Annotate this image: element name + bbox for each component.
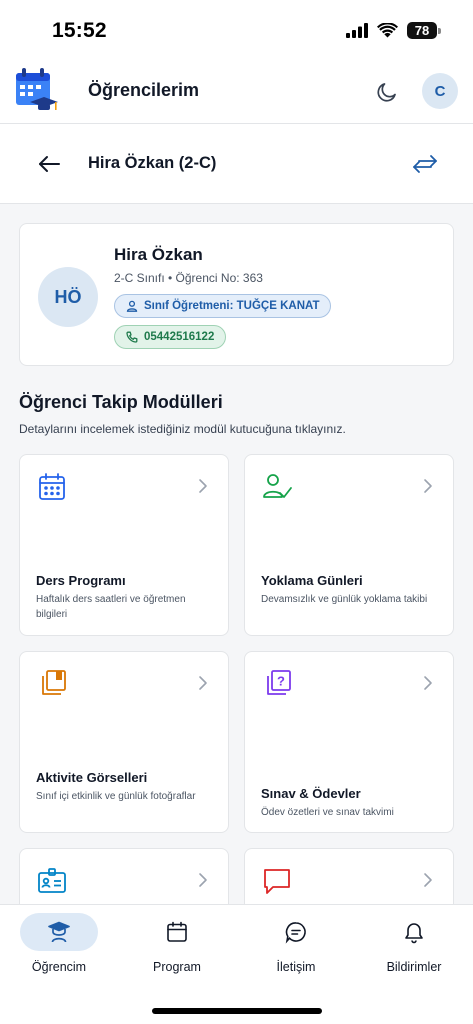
id-card-icon [36,865,68,897]
phone-number: 05442516122 [144,331,215,343]
module-title: Yoklama Günleri [261,573,363,588]
module-title: Ders Programı [36,573,126,588]
student-page-title: Hira Özkan (2-C) [88,154,217,172]
calendar-icon [36,471,68,503]
status-time: 15:52 [52,19,107,42]
nav-active-indicator [20,913,98,951]
module-card-aktivite-gorselleri[interactable]: Aktivite Görselleri Sınıf içi etkinlik v… [19,651,229,833]
battery-icon: 78 [407,22,441,39]
chevron-right-icon [421,674,435,692]
chevron-right-icon [196,871,210,889]
module-title: Sınav & Ödevler [261,786,361,801]
student-info-card: HÖ Hira Özkan 2-C Sınıfı • Öğrenci No: 3… [19,223,454,366]
chevron-right-icon [421,477,435,495]
module-description: Devamsızlık ve günlük yoklama takibi [261,594,428,605]
chat-icon [285,922,306,944]
module-description: Haftalık ders saatleri ve öğretmen bilgi… [36,594,186,620]
user-avatar[interactable]: C [422,73,458,109]
nav-label: Bildirimler [386,960,442,974]
modules-title: Öğrenci Takip Modülleri [19,392,223,412]
module-title: Aktivite Görselleri [36,770,148,785]
app-header: Öğrencilerim C [0,58,473,124]
module-card-6[interactable] [244,848,454,908]
nav-program[interactable]: Program [127,913,227,985]
teacher-name: Sınıf Öğretmeni: TUĞÇE KANAT [144,300,320,312]
battery-level: 78 [407,22,437,39]
module-description: Ödev özetleri ve sınav takvimi [261,807,394,818]
nav-bildirimler[interactable]: Bildirimler [364,913,464,985]
module-card-ders-programi[interactable]: Ders Programı Haftalık ders saatleri ve … [19,454,229,636]
module-card-5[interactable] [19,848,229,908]
wifi-icon [377,23,398,38]
chevron-right-icon [421,871,435,889]
arrow-left-icon [39,156,60,172]
calendar-icon [167,921,187,942]
bottom-navigation: Öğrencim Program İletişim Bildirimler [0,904,473,1024]
message-icon [261,865,293,897]
back-button[interactable] [34,149,64,179]
student-icon [48,921,70,943]
student-meta: 2-C Sınıfı • Öğrenci No: 363 [114,271,263,285]
student-avatar: HÖ [38,267,98,327]
person-icon [126,300,138,312]
svg-text:?: ? [277,674,285,689]
nav-ogrencim[interactable]: Öğrencim [9,913,109,985]
nav-label: Program [153,960,201,974]
nav-iletisim[interactable]: İletişim [246,913,346,985]
nav-label: İletişim [276,960,316,974]
chevron-right-icon [196,674,210,692]
signal-icon [346,23,368,38]
student-name: Hira Özkan [114,245,203,264]
status-icons: 78 [346,22,441,39]
moon-icon [377,83,396,102]
dark-mode-toggle[interactable] [372,77,402,107]
photo-album-icon [36,668,68,700]
swap-arrows-icon [413,155,437,173]
chevron-right-icon [196,477,210,495]
question-book-icon: ? [261,668,293,700]
app-logo-icon [6,61,62,119]
status-bar: 15:52 78 [0,0,473,58]
phone-badge[interactable]: 05442516122 [114,325,227,349]
module-description: Sınıf içi etkinlik ve günlük fotoğraflar [36,791,196,802]
student-subheader: Hira Özkan (2-C) [0,124,473,204]
app-title: Öğrencilerim [88,80,200,100]
home-indicator [152,1008,322,1014]
phone-icon [126,331,138,343]
switch-student-button[interactable] [410,149,440,179]
module-card-sinav-odevler[interactable]: ? Sınav & Ödevler Ödev özetleri ve sınav… [244,651,454,833]
module-card-yoklama-gunleri[interactable]: Yoklama Günleri Devamsızlık ve günlük yo… [244,454,454,636]
user-check-icon [261,471,293,503]
teacher-badge: Sınıf Öğretmeni: TUĞÇE KANAT [114,294,332,318]
modules-subtitle: Detaylarını incelemek istediğiniz modül … [19,422,346,436]
nav-label: Öğrencim [31,960,87,974]
bell-icon [405,923,423,944]
